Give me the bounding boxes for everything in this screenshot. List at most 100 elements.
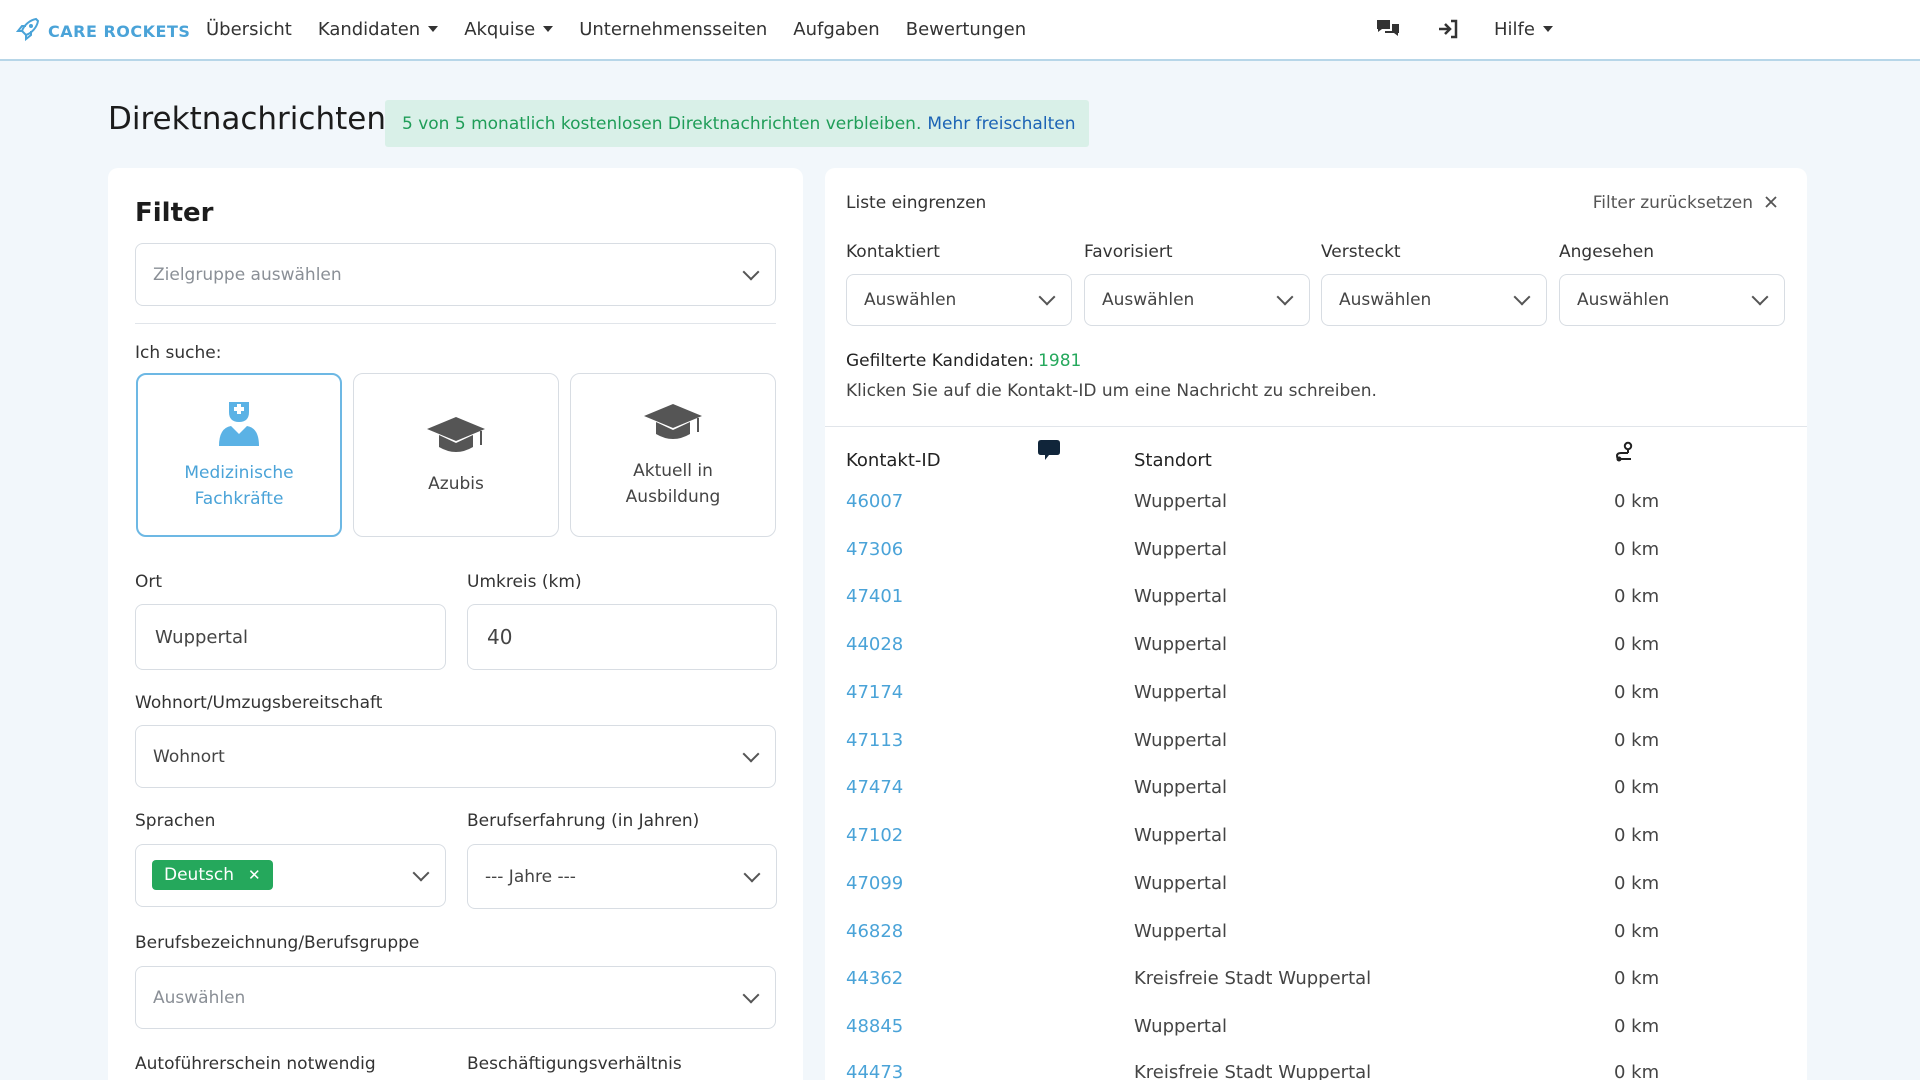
- row-distance: 0 km: [1614, 1062, 1660, 1080]
- nav-item-kandidaten[interactable]: Kandidaten: [317, 18, 439, 40]
- row-location: Wuppertal: [1134, 825, 1227, 846]
- contact-id-link[interactable]: 47102: [846, 825, 903, 846]
- table-row: 47113 Wuppertal 0 km: [825, 718, 1807, 766]
- row-distance: 0 km: [1614, 634, 1660, 655]
- medical-staff-icon: [217, 398, 261, 452]
- radius-label: Umkreis (km): [467, 572, 582, 592]
- caret-down-icon: [428, 26, 439, 32]
- row-location: Wuppertal: [1134, 539, 1227, 560]
- row-location: Wuppertal: [1134, 730, 1227, 751]
- nav-label: Kandidaten: [317, 18, 421, 40]
- info-banner: 5 von 5 monatlich kostenlosen Direktnach…: [385, 100, 1089, 147]
- graduation-cap-icon: [642, 400, 704, 450]
- contact-hint: Klicken Sie auf die Kontakt-ID um eine N…: [846, 381, 1377, 401]
- favorited-select[interactable]: Auswählen: [1084, 274, 1310, 326]
- profession-placeholder: Auswählen: [153, 987, 246, 1008]
- segment-label: Medizinische Fachkräfte: [184, 463, 294, 509]
- reset-filters-button[interactable]: Filter zurücksetzen: [1593, 193, 1777, 213]
- narrow-list-label: Liste eingrenzen: [846, 193, 987, 213]
- brand-logo[interactable]: CARE ROCKETS: [14, 15, 190, 47]
- location-input[interactable]: Wuppertal: [135, 604, 446, 670]
- contact-id-link[interactable]: 47474: [846, 777, 903, 798]
- route-distance-icon: [1614, 441, 1636, 468]
- filtered-count: Gefilterte Kandidaten: 1981: [846, 351, 1081, 371]
- nav-item-aufgaben[interactable]: Aufgaben: [793, 19, 879, 40]
- count-value: 1981: [1038, 351, 1082, 371]
- nav-item-unternehmensseiten[interactable]: Unternehmensseiten: [579, 19, 767, 40]
- caret-down-icon: [543, 26, 554, 32]
- chevron-down-icon: [1751, 288, 1769, 306]
- target-group-placeholder: Zielgruppe auswählen: [153, 264, 342, 285]
- row-location: Wuppertal: [1134, 586, 1227, 607]
- hidden-select[interactable]: Auswählen: [1321, 274, 1547, 326]
- filter-label-versteckt: Versteckt: [1321, 242, 1401, 262]
- row-location: Wuppertal: [1134, 1016, 1227, 1037]
- help-menu[interactable]: Hilfe: [1494, 19, 1553, 40]
- row-distance: 0 km: [1614, 968, 1660, 989]
- filter-title: Filter: [135, 198, 214, 228]
- contact-id-link[interactable]: 47099: [846, 873, 903, 894]
- table-row: 44362 Kreisfreie Stadt Wuppertal 0 km: [825, 956, 1807, 1004]
- contact-id-link[interactable]: 44362: [846, 968, 903, 989]
- target-group-select[interactable]: Zielgruppe auswählen: [135, 243, 776, 306]
- column-header-location: Standort: [1134, 450, 1212, 471]
- location-label: Ort: [135, 572, 163, 592]
- profession-label: Berufsbezeichnung/Berufsgruppe: [135, 933, 420, 953]
- viewed-select[interactable]: Auswählen: [1559, 274, 1785, 326]
- employment-label: Beschäftigungsverhältnis: [467, 1054, 682, 1074]
- table-row: 47306 Wuppertal 0 km: [825, 527, 1807, 575]
- row-distance: 0 km: [1614, 730, 1660, 751]
- table-row: 47102 Wuppertal 0 km: [825, 813, 1807, 861]
- hidden-value: Auswählen: [1339, 290, 1432, 310]
- contact-id-link[interactable]: 46828: [846, 921, 903, 942]
- row-location: Wuppertal: [1134, 491, 1227, 512]
- row-distance: 0 km: [1614, 682, 1660, 703]
- segment-in-training[interactable]: Aktuell in Ausbildung: [570, 373, 776, 537]
- contact-id-link[interactable]: 47306: [846, 539, 903, 560]
- chevron-down-icon: [412, 864, 430, 881]
- reset-label: Filter zurücksetzen: [1592, 193, 1753, 213]
- filter-card: Filter Zielgruppe auswählen Ich suche: M…: [108, 168, 803, 1080]
- contacted-select[interactable]: Auswählen: [846, 274, 1072, 326]
- language-tag-label: Deutsch: [164, 865, 234, 885]
- close-icon: [1765, 193, 1777, 213]
- message-icon: [1037, 438, 1061, 467]
- contact-id-link[interactable]: 47113: [846, 730, 903, 751]
- row-location: Wuppertal: [1134, 634, 1227, 655]
- contact-id-link[interactable]: 47174: [846, 682, 903, 703]
- contact-id-link[interactable]: 47401: [846, 586, 903, 607]
- nav-item-uebersicht[interactable]: Übersicht: [206, 19, 292, 40]
- table-row: 48845 Wuppertal 0 km: [825, 1004, 1807, 1052]
- residence-select[interactable]: Wohnort: [135, 725, 776, 788]
- chat-icon[interactable]: [1374, 15, 1402, 43]
- chevron-down-icon: [1513, 288, 1531, 306]
- languages-select[interactable]: Deutsch ✕: [135, 844, 446, 907]
- segment-medical-staff[interactable]: Medizinische Fachkräfte: [136, 373, 342, 537]
- nav-item-akquise[interactable]: Akquise: [464, 19, 554, 40]
- profession-select[interactable]: Auswählen: [135, 966, 776, 1029]
- table-row: 47474 Wuppertal 0 km: [825, 765, 1807, 813]
- filter-label-angesehen: Angesehen: [1559, 242, 1654, 262]
- segment-label: Azubis: [428, 474, 484, 494]
- contact-id-link[interactable]: 44473: [846, 1062, 903, 1080]
- segment-label: Aktuell in Ausbildung: [625, 461, 721, 507]
- row-distance: 0 km: [1614, 921, 1660, 942]
- contact-id-link[interactable]: 46007: [846, 491, 903, 512]
- row-location: Wuppertal: [1134, 777, 1227, 798]
- main-nav: Übersicht Kandidaten Akquise Unternehmen…: [206, 0, 1052, 58]
- sign-in-icon[interactable]: [1434, 15, 1462, 43]
- contact-id-link[interactable]: 44028: [846, 634, 903, 655]
- segment-azubis[interactable]: Azubis: [353, 373, 559, 537]
- nav-item-bewertungen[interactable]: Bewertungen: [906, 19, 1026, 40]
- viewed-value: Auswählen: [1577, 290, 1670, 310]
- contacted-value: Auswählen: [864, 290, 957, 310]
- unlock-more-link[interactable]: Mehr freischalten: [927, 114, 1075, 134]
- radius-input[interactable]: 40: [467, 604, 777, 670]
- contact-id-link[interactable]: 48845: [846, 1016, 903, 1037]
- column-header-id: Kontakt-ID: [846, 450, 941, 471]
- experience-select[interactable]: --- Jahre ---: [467, 844, 777, 909]
- page-title: Direktnachrichten: [108, 101, 386, 137]
- filter-label-kontaktiert: Kontaktiert: [846, 242, 940, 262]
- remove-tag-icon[interactable]: ✕: [248, 866, 261, 884]
- residence-label: Wohnort/Umzugsbereitschaft: [135, 693, 383, 713]
